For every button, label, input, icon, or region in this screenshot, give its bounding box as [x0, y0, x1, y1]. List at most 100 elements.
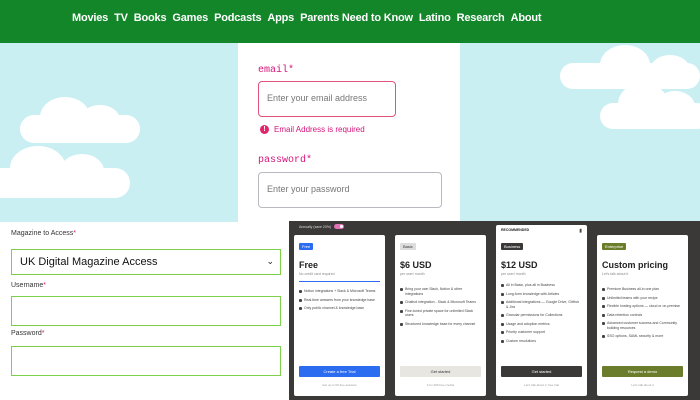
feature-item: Usage and adoption metrics	[501, 322, 582, 327]
request-demo-button[interactable]: Request a demo	[602, 366, 683, 377]
pricing-panel: Annually (save 20%) Free Free No credit …	[289, 221, 700, 400]
username-label: Username*	[11, 282, 47, 289]
toggle-switch[interactable]	[334, 224, 345, 229]
top-nav-bar: Movies TV Books Games Podcasts Apps Pare…	[0, 0, 700, 43]
plan-card-enterprise: Enterprise Custom pricing Let's talk abo…	[597, 235, 688, 396]
plan-card-basic: Basic $6 USD per user/ month Bring your …	[395, 235, 486, 396]
feature-item: Priority customer support	[501, 330, 582, 335]
recommended-label: RECOMMENDED	[501, 228, 530, 232]
password-label: Password*	[11, 330, 45, 337]
magazine-access-label: Magazine to Access*	[11, 230, 76, 237]
feature-item: All in Basic, plus all in Business	[501, 283, 582, 288]
feature-icon	[501, 331, 504, 334]
feature-item: Only public channel & knowledge base	[299, 306, 380, 311]
login-card: email* Enter your email address ! Email …	[238, 43, 460, 223]
email-error-text: Email Address is required	[274, 125, 365, 134]
feature-icon	[501, 339, 504, 343]
email-field[interactable]: Enter your email address	[258, 81, 396, 117]
magazine-select[interactable]: UK Digital Magazine Access ⌄	[11, 249, 281, 275]
feature-list: Premium Business all-in one plan Unlimit…	[602, 287, 683, 343]
nav-item-podcasts[interactable]: Podcasts	[214, 12, 262, 24]
get-started-button[interactable]: Get started	[400, 366, 481, 377]
feature-icon	[602, 305, 605, 308]
feature-icon	[501, 292, 504, 296]
feature-item: Fine-tuned private space for unlimited S…	[400, 309, 481, 318]
feature-icon	[501, 301, 504, 304]
feature-item: Granular permissions for Collections	[501, 313, 582, 318]
feature-icon	[602, 335, 605, 338]
nav-item-games[interactable]: Games	[172, 12, 208, 24]
plan-subtitle: per user/ month	[501, 272, 526, 276]
magazine-select-value: UK Digital Magazine Access	[20, 256, 158, 268]
username-field[interactable]	[11, 296, 281, 326]
magazine-access-form: Magazine to Access* UK Digital Magazine …	[0, 222, 292, 400]
plan-footnote: Let's talk about it	[631, 383, 654, 387]
plan-footnote: 2 for 200 free credits	[426, 383, 455, 387]
plan-badge: Free	[299, 243, 314, 250]
billing-toggle-label: Annually (save 20%)	[299, 224, 332, 229]
password-placeholder: Enter your password	[267, 184, 350, 194]
cloud-illustration	[600, 83, 700, 129]
plan-footnote: Let's talk about it, free trial	[524, 383, 559, 387]
email-placeholder: Enter your email address	[267, 93, 368, 103]
create-free-trial-button[interactable]: Create a free Trial	[299, 366, 380, 377]
email-error-message: ! Email Address is required	[260, 125, 365, 134]
feature-icon	[602, 296, 605, 300]
feature-icon	[602, 322, 605, 325]
feature-icon	[299, 307, 302, 310]
cloud-illustration	[0, 146, 130, 198]
nav-item-parents-need-to-know[interactable]: Parents Need to Know	[300, 12, 413, 24]
feature-icon	[400, 322, 403, 326]
feature-icon	[501, 322, 504, 326]
nav-item-books[interactable]: Books	[134, 12, 167, 24]
feature-item: Additional integrations — Google Drive, …	[501, 300, 582, 309]
plan-card-business: RECOMMENDED ▮ Business $12 USD per user/…	[496, 225, 587, 396]
plan-subtitle: No credit card required	[299, 272, 335, 276]
feature-item: Data retention controls	[602, 313, 683, 318]
plan-footnote: Get up to 50 free answers	[322, 383, 357, 387]
divider	[299, 281, 380, 282]
feature-item: Flexible hosting options — cloud or on-p…	[602, 304, 683, 309]
feature-list: Notion integrations + Slack & Microsoft …	[299, 289, 380, 315]
feature-item: Real-time answers from your knowledge ba…	[299, 298, 380, 303]
password-field[interactable]: Enter your password	[258, 172, 442, 208]
cloud-illustration	[560, 45, 700, 89]
email-label: email*	[258, 65, 295, 76]
cloud-illustration	[20, 97, 140, 143]
feature-icon	[400, 309, 403, 313]
nav-item-tv[interactable]: TV	[114, 12, 128, 24]
plan-name: Custom pricing	[602, 260, 669, 270]
nav-item-research[interactable]: Research	[457, 12, 505, 24]
feature-item: Structured knowledge base for every chan…	[400, 322, 481, 327]
nav-item-apps[interactable]: Apps	[267, 12, 294, 24]
feature-icon	[400, 301, 403, 304]
feature-list: Bring your own Slack, Notion & other int…	[400, 287, 481, 330]
error-icon: !	[260, 125, 269, 134]
nav-item-about[interactable]: About	[511, 12, 542, 24]
feature-item: Premium Business all-in one plan	[602, 287, 683, 292]
chevron-down-icon: ⌄	[266, 256, 274, 266]
feature-item: Custom resolutions	[501, 339, 582, 344]
feature-item: Unlimited teams with your recipe	[602, 296, 683, 301]
feature-item: Long-form knowledge with Articles	[501, 292, 582, 297]
plan-badge: Basic	[400, 243, 416, 250]
password-field[interactable]	[11, 346, 281, 376]
feature-icon	[602, 288, 605, 291]
nav-item-latino[interactable]: Latino	[419, 12, 451, 24]
get-started-button[interactable]: Get started	[501, 366, 582, 377]
feature-icon	[501, 284, 504, 287]
feature-list: All in Basic, plus all in Business Long-…	[501, 283, 582, 347]
feature-icon	[501, 314, 504, 317]
feature-icon	[299, 290, 302, 293]
plan-subtitle: Let's talk about it	[602, 272, 629, 276]
feature-item: Chatbot integration - Slack & Microsoft …	[400, 300, 481, 305]
feature-item: SSO options, SAML security & more	[602, 334, 683, 339]
nav-item-movies[interactable]: Movies	[72, 12, 108, 24]
feature-item: Advanced customer success and Community …	[602, 321, 683, 330]
plan-subtitle: per user/ month	[400, 272, 425, 276]
feature-item: Bring your own Slack, Notion & other int…	[400, 287, 481, 296]
billing-toggle[interactable]: Annually (save 20%)	[299, 224, 345, 229]
plan-badge: Enterprise	[602, 243, 627, 250]
nav-menu: Movies TV Books Games Podcasts Apps Pare…	[72, 12, 542, 24]
plan-badge: Business	[501, 243, 524, 250]
